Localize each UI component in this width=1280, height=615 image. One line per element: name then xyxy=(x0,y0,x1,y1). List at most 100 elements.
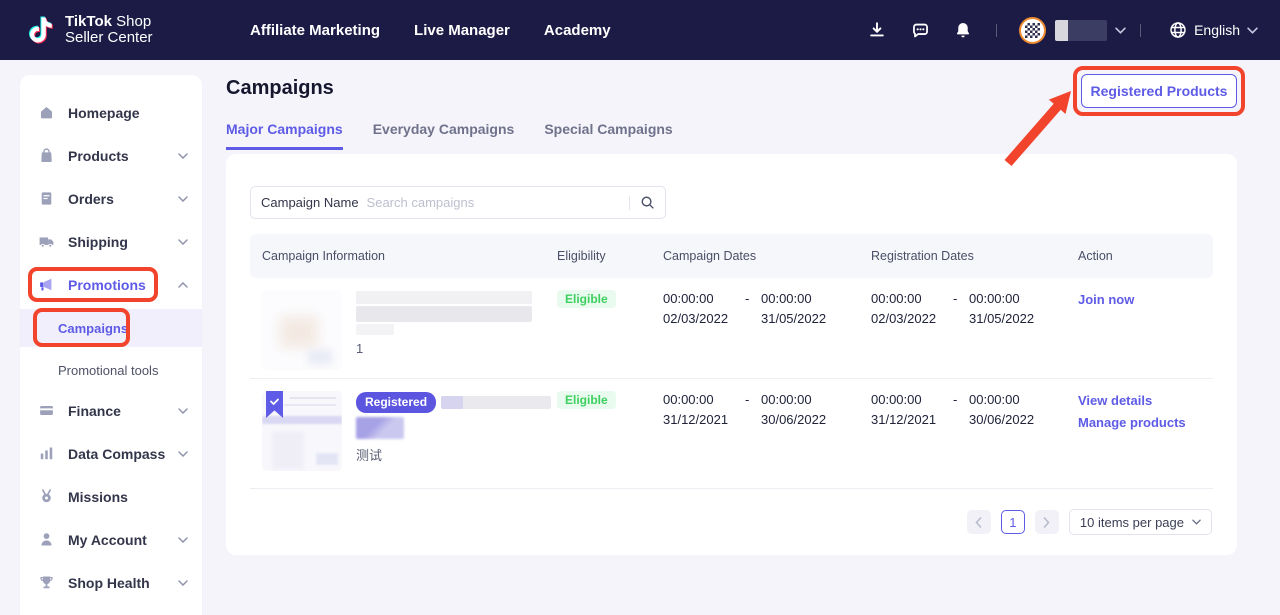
language-selector[interactable]: English xyxy=(1169,21,1258,39)
logo-text: TikTok Shop Seller Center xyxy=(65,14,153,46)
chevron-up-icon xyxy=(178,282,188,288)
join-now-link[interactable]: Join now xyxy=(1078,289,1213,310)
chevron-down-icon xyxy=(178,408,188,414)
sidebar-item-orders[interactable]: Orders xyxy=(20,177,202,220)
header-nav: Affiliate Marketing Live Manager Academy xyxy=(250,22,611,39)
eligibility-badge: Eligible xyxy=(557,391,616,409)
sidebar-item-finance[interactable]: Finance xyxy=(20,389,202,432)
sidebar-item-promotions[interactable]: Promotions xyxy=(20,263,202,306)
sidebar-item-label: Missions xyxy=(68,489,128,505)
data-compass-chart-icon xyxy=(38,445,55,462)
avatar-qr-image xyxy=(1025,23,1040,38)
missions-medal-icon xyxy=(38,488,55,505)
nav-affiliate-marketing[interactable]: Affiliate Marketing xyxy=(250,22,380,39)
sidebar-item-label: Orders xyxy=(68,191,114,207)
search-divider xyxy=(629,196,630,210)
header-actions: English xyxy=(867,17,1258,44)
sidebar-item-label: My Account xyxy=(68,532,147,548)
sidebar-item-shop-health[interactable]: Shop Health xyxy=(20,561,202,604)
nav-academy[interactable]: Academy xyxy=(544,22,611,39)
column-header: Campaign Dates xyxy=(651,249,859,263)
next-page-button[interactable] xyxy=(1035,510,1059,534)
view-details-link[interactable]: View details xyxy=(1078,390,1213,411)
sidebar-item-label: Finance xyxy=(68,403,121,419)
campaign-search-input[interactable]: Campaign Name Search campaigns xyxy=(250,186,666,219)
chevron-down-icon xyxy=(1192,519,1201,525)
chevron-down-icon xyxy=(178,153,188,159)
chat-icon[interactable] xyxy=(910,21,930,40)
globe-icon xyxy=(1169,21,1187,39)
chevron-down-icon xyxy=(178,451,188,457)
page-number-button[interactable]: 1 xyxy=(1001,510,1025,534)
page-title: Campaigns xyxy=(226,77,334,100)
sidebar-item-label: Promotions xyxy=(68,277,146,293)
header-divider xyxy=(996,24,997,37)
sidebar-item-shipping[interactable]: Shipping xyxy=(20,220,202,263)
sidebar-item-my-account[interactable]: My Account xyxy=(20,518,202,561)
top-navbar: TikTok Shop Seller Center Affiliate Mark… xyxy=(0,0,1280,60)
registration-dates: 00:00:00 31/12/2021 - 00:00:00 30/06/202… xyxy=(871,390,1066,430)
sidebar-subitem-campaigns[interactable]: Campaigns xyxy=(20,309,202,347)
manage-products-link[interactable]: Manage products xyxy=(1078,412,1213,433)
campaign-thumbnail xyxy=(262,391,342,471)
tiktok-shop-logo[interactable]: TikTok Shop Seller Center xyxy=(26,13,153,47)
prev-page-button[interactable] xyxy=(967,510,991,534)
search-icon[interactable] xyxy=(640,195,655,210)
registered-products-button[interactable]: Registered Products xyxy=(1081,74,1237,108)
promotions-megaphone-icon xyxy=(38,276,55,293)
chevron-down-icon xyxy=(178,580,188,586)
tiktok-note-icon xyxy=(26,13,56,47)
account-name-redacted xyxy=(1055,20,1107,41)
sidebar: Homepage Products Orders Shipping Promot… xyxy=(20,75,202,615)
sidebar-item-missions[interactable]: Missions xyxy=(20,475,202,518)
nav-live-manager[interactable]: Live Manager xyxy=(414,22,510,39)
campaigns-card: Campaign Name Search campaigns Campaign … xyxy=(226,154,1237,555)
sidebar-item-label: Products xyxy=(68,148,129,164)
shipping-truck-icon xyxy=(38,233,55,250)
bell-icon[interactable] xyxy=(953,21,973,39)
table-row: 1 Eligible 00:00:00 02/03/2022 - 00:00:0… xyxy=(250,278,1213,379)
campaigns-table: Campaign Information Eligibility Campaig… xyxy=(250,234,1213,489)
campaign-name-caption: 1 xyxy=(356,341,532,356)
redacted-campaign-name xyxy=(356,324,394,335)
pagination: 1 10 items per page xyxy=(967,509,1212,535)
sidebar-item-data-compass[interactable]: Data Compass xyxy=(20,432,202,475)
account-chevron-down-icon[interactable] xyxy=(1115,27,1126,34)
column-header: Eligibility xyxy=(545,249,651,263)
campaign-dates: 00:00:00 02/03/2022 - 00:00:00 31/05/202… xyxy=(663,289,859,329)
tab-everyday-campaigns[interactable]: Everyday Campaigns xyxy=(373,121,515,150)
sidebar-item-products[interactable]: Products xyxy=(20,134,202,177)
sidebar-item-label: Homepage xyxy=(68,105,140,121)
registered-badge: Registered xyxy=(356,392,436,413)
my-account-person-icon xyxy=(38,531,55,548)
redacted-text-block xyxy=(356,417,404,439)
tab-major-campaigns[interactable]: Major Campaigns xyxy=(226,121,343,150)
logo-brand: TikTok xyxy=(65,13,112,30)
campaign-name-caption: 测试 xyxy=(356,445,551,464)
registered-bookmark-icon xyxy=(266,391,283,423)
sidebar-item-homepage[interactable]: Homepage xyxy=(20,91,202,134)
redacted-campaign-name xyxy=(356,306,532,322)
orders-doc-icon xyxy=(38,190,55,207)
download-icon[interactable] xyxy=(867,21,887,39)
avatar[interactable] xyxy=(1019,17,1046,44)
logo-subtitle: Seller Center xyxy=(65,30,153,46)
redacted-campaign-name xyxy=(441,396,551,409)
items-per-page-label: 10 items per page xyxy=(1080,515,1184,530)
redacted-campaign-name xyxy=(356,291,532,304)
campaign-dates: 00:00:00 31/12/2021 - 00:00:00 30/06/202… xyxy=(663,390,859,430)
column-header: Campaign Information xyxy=(250,249,545,263)
finance-card-icon xyxy=(38,402,55,419)
sidebar-item-label: Data Compass xyxy=(68,446,165,462)
sidebar-subitem-promotional-tools[interactable]: Promotional tools xyxy=(20,351,202,389)
registration-dates: 00:00:00 02/03/2022 - 00:00:00 31/05/202… xyxy=(871,289,1066,329)
chevron-down-icon xyxy=(178,537,188,543)
sidebar-subitem-label: Campaigns xyxy=(58,321,128,336)
table-header-row: Campaign Information Eligibility Campaig… xyxy=(250,234,1213,278)
search-placeholder: Search campaigns xyxy=(367,195,629,210)
products-bag-icon xyxy=(38,147,55,164)
column-header: Registration Dates xyxy=(859,249,1066,263)
eligibility-badge: Eligible xyxy=(557,290,616,308)
tab-special-campaigns[interactable]: Special Campaigns xyxy=(544,121,672,150)
items-per-page-select[interactable]: 10 items per page xyxy=(1069,509,1212,535)
